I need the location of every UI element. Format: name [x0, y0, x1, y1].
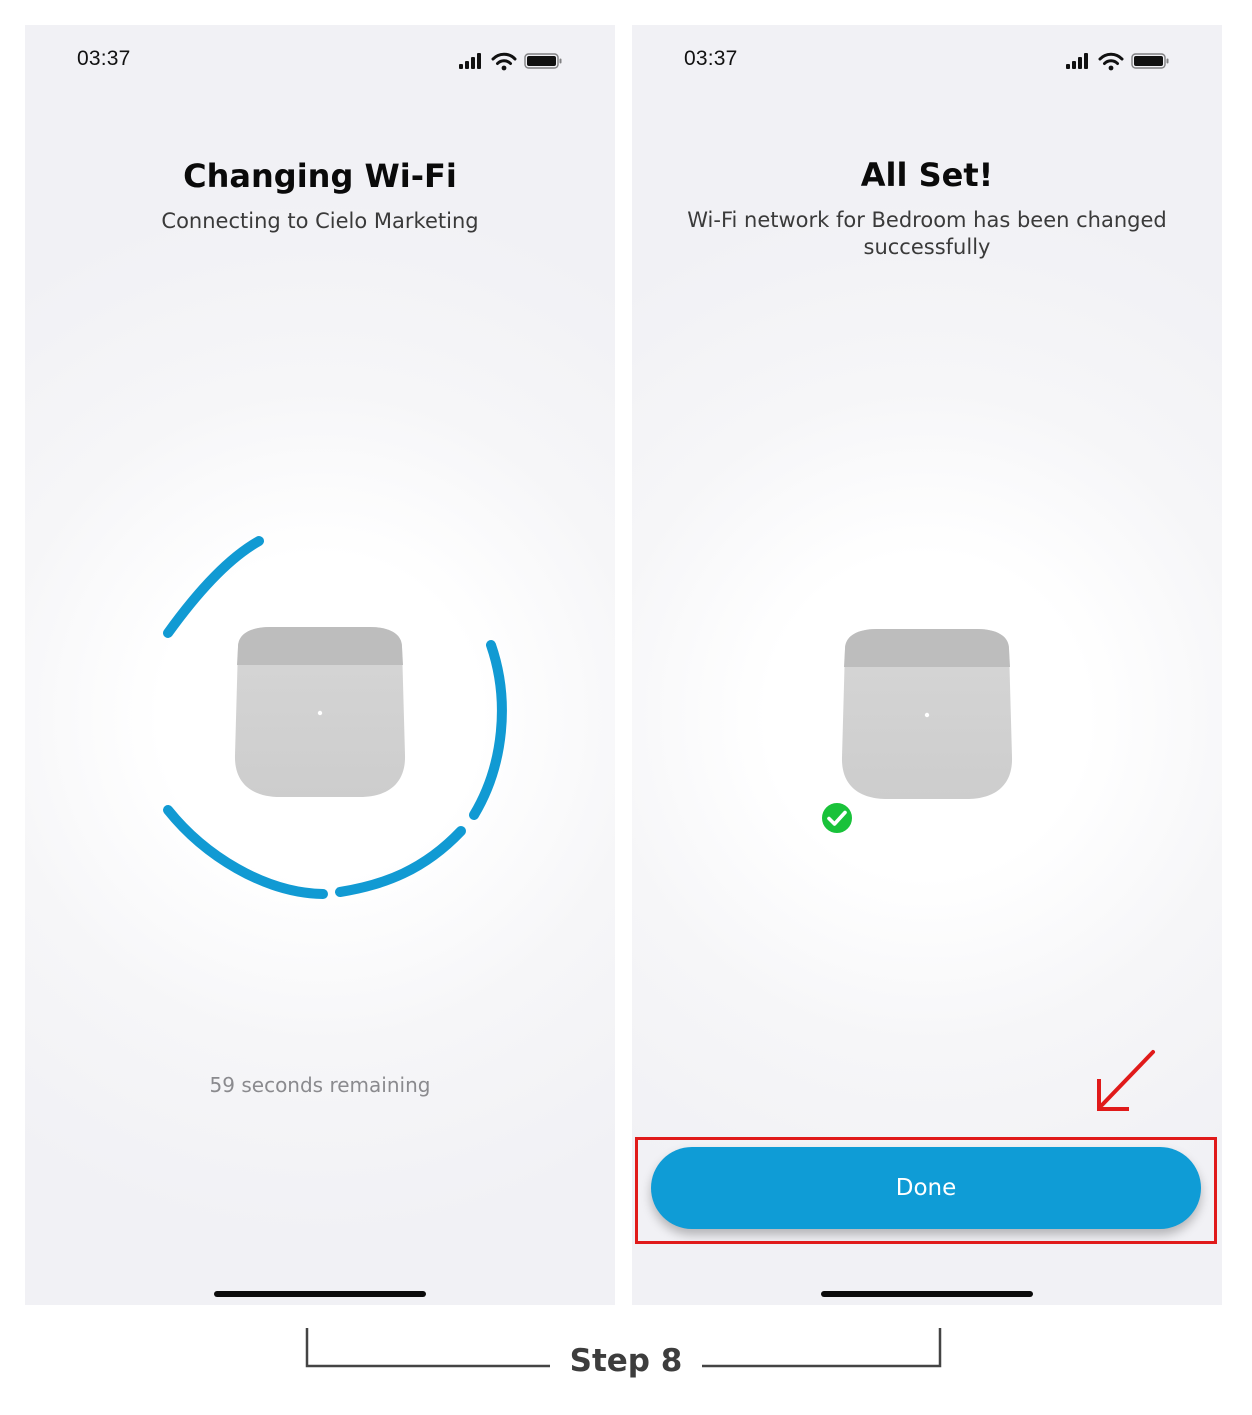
cielo-device-image — [234, 627, 406, 797]
cielo-device-image — [841, 629, 1013, 799]
status-time: 03:37 — [684, 47, 738, 70]
step-label: Step 8 — [0, 1343, 1252, 1379]
changing-wifi-screen: 03:37 Changing Wi-Fi Connecting to Cielo… — [25, 25, 615, 1305]
red-arrow-icon — [1097, 1050, 1155, 1111]
spinner-arc — [163, 536, 264, 638]
done-button[interactable]: Done — [651, 1147, 1201, 1229]
cellular-signal-icon — [1066, 53, 1088, 69]
spinner-arc — [163, 805, 328, 899]
battery-icon — [524, 53, 562, 69]
step-label-text: Step 8 — [549, 1343, 703, 1379]
battery-icon — [1131, 53, 1169, 69]
status-icons — [459, 52, 562, 71]
status-time: 03:37 — [77, 47, 131, 70]
cellular-signal-icon — [459, 53, 481, 69]
page-title: All Set! — [860, 156, 994, 194]
success-check-icon — [820, 801, 854, 835]
home-indicator[interactable] — [214, 1291, 426, 1297]
home-indicator[interactable] — [821, 1291, 1033, 1297]
spinner-arc — [469, 640, 507, 820]
connecting-subtitle: Connecting to Cielo Marketing — [161, 209, 479, 233]
wifi-icon — [491, 52, 517, 71]
status-icons — [1066, 52, 1169, 71]
spinner-arc — [335, 826, 466, 897]
page-title: Changing Wi-Fi — [183, 157, 457, 195]
success-message: Wi-Fi network for Bedroom has been chang… — [687, 208, 1167, 259]
time-remaining: 59 seconds remaining — [209, 1073, 431, 1097]
wifi-icon — [1098, 52, 1124, 71]
